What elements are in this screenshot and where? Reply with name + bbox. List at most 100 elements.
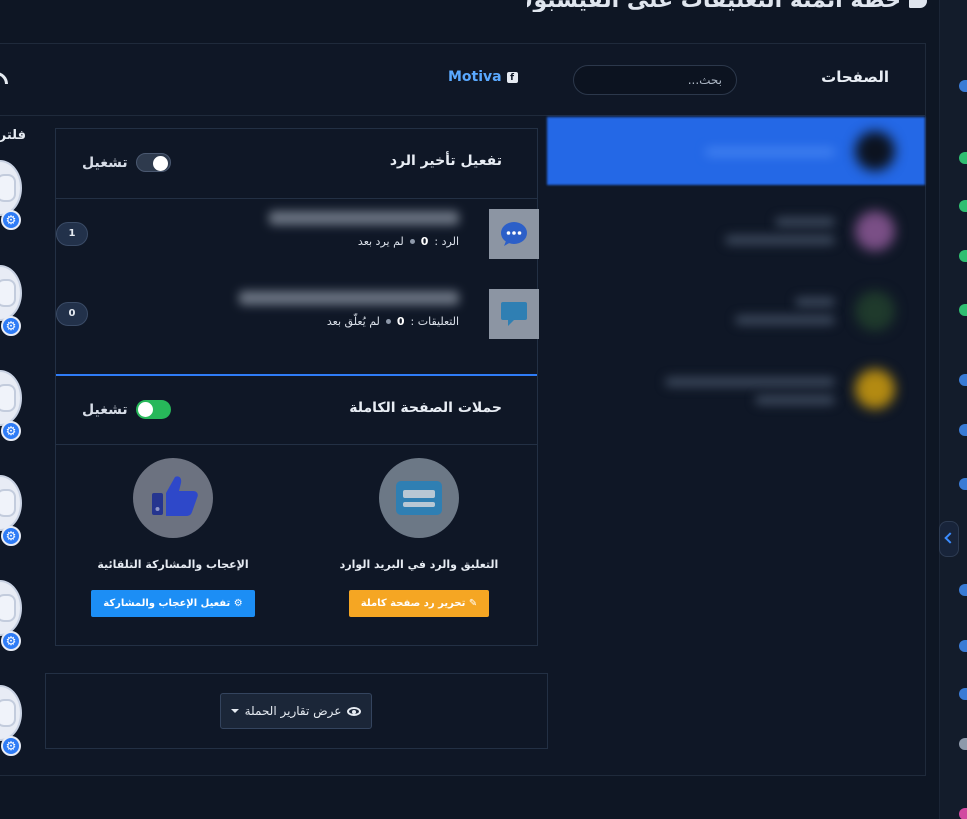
user-avatar[interactable] xyxy=(0,475,22,531)
rail-icon[interactable] xyxy=(959,374,967,386)
page-avatar xyxy=(855,131,895,171)
gear-icon[interactable]: ⚙ xyxy=(1,210,21,230)
rail-icon[interactable] xyxy=(959,304,967,316)
gear-icon[interactable]: ⚙ xyxy=(1,316,21,336)
page-name-blurred xyxy=(665,377,835,387)
feature-label: التعليق والرد في البريد الوارد xyxy=(339,558,499,571)
reports-panel: عرض تقارير الحملة xyxy=(45,673,548,749)
page-name-blurred xyxy=(775,217,835,227)
message-text-blurred xyxy=(269,211,459,225)
feature-auto-like-share: الإعجاب والمشاركة التلقائية ⚙ تفعيل الإع… xyxy=(73,458,273,617)
meta-label: الرد : xyxy=(434,235,459,248)
page-list-item-active[interactable] xyxy=(547,117,925,185)
row-meta: التعليقات : 0 لم يُعلّق بعد xyxy=(327,315,459,328)
page-name-blurred xyxy=(755,395,835,405)
rail-icon[interactable] xyxy=(959,80,967,92)
reports-button-label: عرض تقارير الحملة xyxy=(244,704,342,718)
chevron-left-icon xyxy=(944,532,956,544)
delay-toggle-group[interactable]: تشغيل xyxy=(82,153,171,172)
eye-icon xyxy=(347,706,362,716)
feature-circle xyxy=(379,458,459,538)
delay-row: التعليقات : 0 لم يُعلّق بعد 0 xyxy=(56,279,539,359)
meta-value: 0 xyxy=(420,235,429,248)
gear-icon: ⚙ xyxy=(233,598,243,609)
gear-icon[interactable]: ⚙ xyxy=(1,421,21,441)
rail-icon[interactable] xyxy=(959,738,967,750)
separator-dot xyxy=(385,319,391,324)
campaigns-toggle-switch[interactable] xyxy=(135,400,171,419)
rail-icon[interactable] xyxy=(959,200,967,212)
meta-status: لم يرد بعد xyxy=(357,235,404,248)
right-rail xyxy=(939,0,967,819)
page-list-item[interactable] xyxy=(547,197,925,265)
facebook-icon: f xyxy=(506,71,518,83)
campaigns-toggle-label: تشغيل xyxy=(82,401,128,418)
comment-icon xyxy=(501,302,527,326)
feature-label: الإعجاب والمشاركة التلقائية xyxy=(97,558,249,571)
message-thumbnail xyxy=(489,209,539,259)
feature-circle xyxy=(133,458,213,538)
gear-icon[interactable]: ⚙ xyxy=(1,526,21,546)
page-avatar xyxy=(855,291,895,331)
page-avatar xyxy=(855,369,895,409)
rail-icon[interactable] xyxy=(959,688,967,700)
edit-full-page-reply-button[interactable]: ✎ تحرير رد صفحة كاملة xyxy=(348,590,490,617)
filter-label[interactable]: فلتر xyxy=(0,128,26,143)
page-name-blurred xyxy=(725,235,835,245)
page-name-blurred xyxy=(705,147,835,157)
count-badge: 1 xyxy=(56,222,88,246)
left-user-column: فلتر ⚙ ⚙ ⚙ ⚙ ⚙ ⚙ xyxy=(0,115,28,775)
rail-icon[interactable] xyxy=(959,478,967,490)
page-list-item[interactable] xyxy=(547,355,925,423)
top-bar: الصفحات Motiva f xyxy=(0,44,925,116)
rail-icon[interactable] xyxy=(959,250,967,262)
delay-toggle-label: تشغيل xyxy=(82,154,128,171)
gear-icon[interactable]: ⚙ xyxy=(1,736,21,756)
meta-label: التعليقات : xyxy=(410,315,459,328)
rail-icon[interactable] xyxy=(959,808,967,819)
main-container: الصفحات Motiva f تفعيل تأخ xyxy=(0,43,926,776)
separator-dot xyxy=(409,239,415,244)
comment-text-blurred xyxy=(239,291,459,305)
page-brand-link[interactable]: Motiva f xyxy=(448,69,518,85)
page-title: خطة أتمتة التعليقات على الفيسبوك xyxy=(527,0,927,12)
brand-name: Motiva xyxy=(448,69,502,85)
rail-icon[interactable] xyxy=(959,640,967,652)
button-label: تفعيل الإعجاب والمشاركة xyxy=(103,598,231,609)
gear-icon[interactable]: ⚙ xyxy=(1,631,21,651)
comment-thumbnail xyxy=(489,289,539,339)
meta-value: 0 xyxy=(396,315,405,328)
pages-title: الصفحات xyxy=(821,68,889,86)
campaign-features: التعليق والرد في البريد الوارد ✎ تحرير ر… xyxy=(56,458,539,638)
edit-icon: ✎ xyxy=(468,598,478,609)
row-meta: الرد : 0 لم يرد بعد xyxy=(358,235,459,248)
delay-row: الرد : 0 لم يرد بعد 1 xyxy=(56,199,539,279)
pages-list xyxy=(547,117,925,777)
meta-status: لم يُعلّق بعد xyxy=(326,315,380,328)
rail-icon[interactable] xyxy=(959,424,967,436)
feature-inbox-reply: التعليق والرد في البريد الوارد ✎ تحرير ر… xyxy=(319,458,519,617)
message-dots-icon xyxy=(501,222,527,246)
page-list-item[interactable] xyxy=(547,277,925,345)
rail-selected-item[interactable] xyxy=(939,521,959,557)
campaign-reports-button[interactable]: عرض تقارير الحملة xyxy=(220,693,372,729)
delay-reply-panel: تفعيل تأخير الرد تشغيل الرد : 0 لم يرد ب… xyxy=(55,128,539,646)
campaigns-toggle-group[interactable]: تشغيل xyxy=(82,400,171,419)
campaigns-panel-title: حملات الصفحة الكاملة xyxy=(349,400,502,416)
user-avatar[interactable] xyxy=(0,370,22,426)
card-icon xyxy=(396,481,442,515)
page-avatar xyxy=(855,211,895,251)
search-input[interactable] xyxy=(573,65,737,95)
delay-panel-title: تفعيل تأخير الرد xyxy=(389,153,502,169)
user-avatar[interactable] xyxy=(0,580,22,636)
caret-down-icon xyxy=(230,709,239,713)
delay-toggle-switch[interactable] xyxy=(135,153,171,172)
rail-icon[interactable] xyxy=(959,152,967,164)
rail-icon[interactable] xyxy=(959,584,967,596)
user-avatar[interactable] xyxy=(0,160,22,216)
enable-like-share-button[interactable]: ⚙ تفعيل الإعجاب والمشاركة xyxy=(91,590,255,617)
user-avatar[interactable] xyxy=(0,265,22,321)
rss-icon[interactable] xyxy=(0,72,8,84)
user-avatar[interactable] xyxy=(0,685,22,741)
campaigns-panel-header: حملات الصفحة الكاملة تشغيل xyxy=(56,374,537,445)
